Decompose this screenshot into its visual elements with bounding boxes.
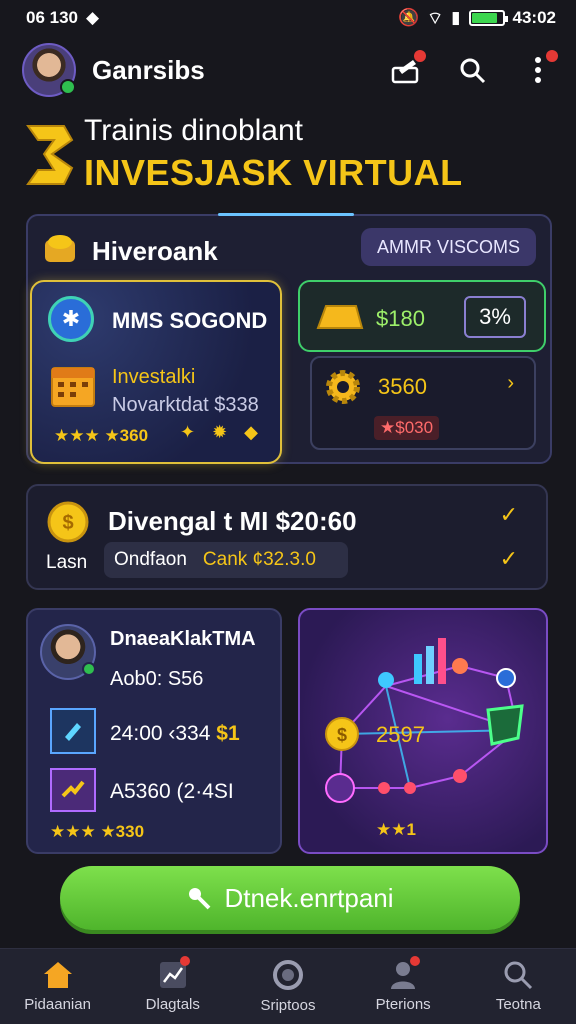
username: Ganrsibs	[92, 54, 205, 85]
signal-arrow-icon: ◆	[86, 8, 100, 27]
investment-card-rating: ★★★ ★360	[54, 426, 149, 445]
profile-card[interactable]: DnaeaKlakTMA Aob0: S56 24:00 ‹334 $1 A53…	[26, 608, 282, 854]
investment-card-title: MMS SOGOND	[112, 308, 268, 333]
nav-item-profile[interactable]: Pterions	[348, 956, 458, 1013]
dividend-label: Lasn	[46, 552, 88, 573]
profile-value-2: A5360 (2·4SI	[110, 780, 234, 803]
home-icon	[43, 962, 72, 988]
status-bar: 06 130 ◆ 🔕 ⌔ ▮ 43:02	[0, 0, 576, 36]
profile-subtitle: Aob0: S56	[110, 668, 204, 690]
profile-rating: ★★★ ★330	[50, 822, 145, 841]
chart-up-icon	[50, 768, 96, 812]
profile-value-1: 24:00 ‹334 $1	[110, 722, 240, 746]
investment-card-amount: Novarktdat $338	[112, 394, 259, 416]
dividend-pill-text: Ondfaon	[114, 549, 187, 570]
panel-chip-button[interactable]: AMMR VISCOMS	[360, 228, 536, 266]
nav-notification-dot	[410, 956, 421, 966]
more-vertical-icon	[535, 57, 541, 83]
panel-title: Hiveroank	[92, 236, 218, 266]
svg-text:$: $	[337, 725, 347, 745]
dividend-pill[interactable]: Ondfaon Cank ¢32.3.0	[104, 542, 348, 578]
network-rating: ★★1	[376, 820, 416, 839]
hero-subtitle: Trainis dinoblant	[84, 114, 304, 147]
gear-icon	[326, 370, 360, 404]
sparkle-icon: ✦ ✹ ◆	[179, 422, 264, 442]
mute-icon: 🔕	[398, 8, 420, 27]
puzzle-badge-icon: ✱	[48, 296, 94, 342]
chevron-right-icon[interactable]: ›	[507, 372, 514, 395]
key-icon	[189, 888, 211, 910]
profile-value-1-text: 24:00 ‹334	[110, 722, 211, 745]
cell-signal-icon: ▮	[451, 8, 461, 27]
hero-banner: Trainis dinoblant INVESJASK VIRTUAL	[24, 112, 564, 204]
gold-percent-badge: 3%	[464, 296, 526, 338]
nav-label-profile: Pterions	[375, 996, 431, 1013]
treasure-icon	[45, 235, 75, 262]
gear-stat-badge: ★$030	[374, 416, 440, 440]
profile-avatar	[40, 624, 96, 680]
profile-name: DnaeaKlakTMA	[110, 628, 256, 650]
online-indicator	[60, 79, 76, 95]
more-menu-button[interactable]	[522, 50, 558, 86]
dividend-pill-amount: Cank ¢32.3.0	[202, 549, 316, 570]
dividend-card[interactable]: $ Divengal t MI $20:60 ✓ Lasn Ondfaon Ca…	[26, 484, 548, 590]
search-icon	[460, 58, 486, 84]
gold-balance-value: $180	[376, 306, 425, 331]
nav-item-search[interactable]: Teotna	[463, 960, 573, 1013]
nav-label-home: Pidaanian	[24, 996, 91, 1013]
gold-bar-icon	[316, 305, 364, 329]
calendar-icon	[51, 367, 95, 407]
status-time: 43:02	[512, 8, 556, 27]
wallet-icon	[50, 708, 96, 754]
search-button[interactable]	[456, 54, 488, 86]
profile-value-1-accent: $1	[216, 722, 240, 745]
svg-text:$: $	[62, 512, 73, 534]
chevron-down-icon[interactable]: ✓	[500, 546, 518, 572]
network-card[interactable]: $ 2597 ★★1	[298, 608, 548, 854]
menu-notification-dot	[546, 50, 558, 62]
investment-card-label: Investalki	[112, 366, 196, 388]
network-value: 2597	[376, 722, 425, 747]
coin-icon: $	[47, 501, 89, 543]
status-left-text: 06 130	[26, 8, 78, 27]
online-indicator	[82, 662, 96, 676]
nav-item-options[interactable]: Sriptoos	[233, 959, 343, 1014]
app-bar: Ganrsibs	[0, 38, 576, 102]
battery-icon	[468, 10, 508, 26]
hero-title: INVESJASK VIRTUAL	[84, 152, 463, 193]
circle-icon	[272, 960, 303, 990]
gear-stat-value: 3560	[378, 374, 427, 399]
nav-label-search: Teotna	[495, 996, 541, 1013]
primary-cta-button[interactable]: Dtnek.enrtpani	[60, 866, 520, 930]
nav-notification-dot	[179, 956, 190, 966]
user-avatar[interactable]	[22, 43, 76, 97]
gold-balance-card[interactable]: $180 3%	[298, 280, 546, 352]
search-icon	[504, 961, 533, 990]
nav-label-charts: Dlagtals	[145, 996, 200, 1013]
nav-item-home[interactable]: Pidaanian	[3, 960, 113, 1013]
network-graph-icon: $	[325, 638, 524, 803]
primary-cta-label: Dtnek.enrtpani	[224, 882, 394, 913]
brand-logo-icon	[26, 125, 74, 185]
chevron-down-icon[interactable]: ✓	[500, 502, 518, 528]
bottom-nav: Pidaanian Dlagtals Sriptoos Pterions Teo…	[0, 948, 576, 1024]
nav-label-options: Sriptoos	[260, 997, 316, 1014]
investment-card[interactable]: ✱ MMS SOGOND Investalki Novarktdat $338 …	[30, 280, 282, 464]
wifi-icon: ⌔	[427, 8, 444, 28]
nav-item-charts[interactable]: Dlagtals	[118, 956, 228, 1013]
gear-stat-card[interactable]: 3560 › ★$030	[310, 356, 536, 450]
notifications-button[interactable]	[390, 50, 426, 86]
notification-dot	[414, 50, 426, 62]
panel-glow	[218, 213, 354, 216]
dividend-title: Divengal t MI $20:60	[108, 506, 357, 536]
